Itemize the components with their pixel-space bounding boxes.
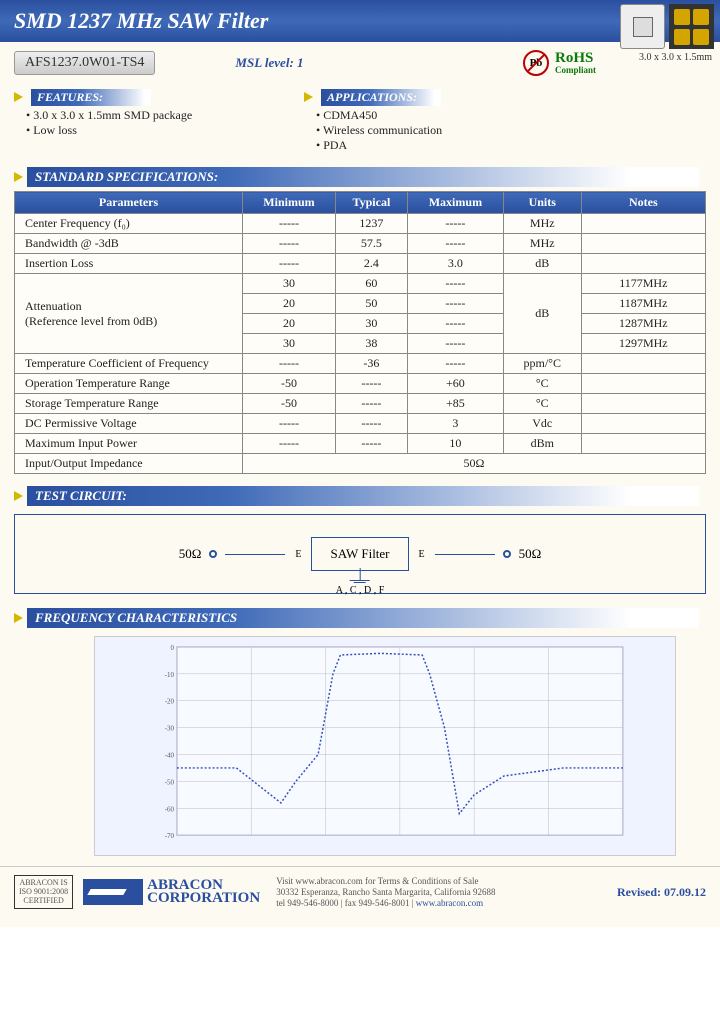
pb-free-icon: Pb <box>523 50 549 76</box>
svg-text:-60: -60 <box>165 806 175 813</box>
website-link[interactable]: www.abracon.com <box>416 898 483 908</box>
applications-header: APPLICATIONS: <box>321 89 441 106</box>
package-images <box>620 4 714 49</box>
svg-text:-40: -40 <box>165 752 175 759</box>
svg-text:-30: -30 <box>165 726 175 733</box>
table-row: Operation Temperature Range-50-----+60°C <box>15 374 706 394</box>
test-circuit-header: TEST CIRCUIT: <box>27 486 699 506</box>
iso-cert: ABRACON IS ISO 9001:2008 CERTIFIED <box>14 875 73 909</box>
table-row: DC Permissive Voltage----------3Vdc <box>15 414 706 434</box>
frequency-response-chart: -70 -60 -50 -40 -30 -20 -10 0 <box>94 636 676 856</box>
list-item: Low loss <box>26 123 274 138</box>
applications-list: CDMA450Wireless communicationPDA <box>304 106 442 153</box>
features-header: FEATURES: <box>31 89 151 106</box>
table-row: Bandwidth @ -3dB-----57.5-----MHz <box>15 234 706 254</box>
footer: ABRACON IS ISO 9001:2008 CERTIFIED ABRAC… <box>0 866 720 917</box>
features-list: 3.0 x 3.0 x 1.5mm SMD packageLow loss <box>14 106 274 138</box>
company-address: Visit www.abracon.com for Terms & Condit… <box>276 876 607 908</box>
table-row: Attenuation (Reference level from 0dB)30… <box>15 274 706 294</box>
title: SMD 1237 MHz SAW Filter <box>14 8 268 34</box>
terminal-e: E <box>417 549 427 560</box>
saw-filter-box: SAW Filter A , C , D , F <box>311 537 408 571</box>
rohs-label: RoHSCompliant <box>555 51 596 75</box>
arrow-icon <box>14 491 23 501</box>
left-impedance: 50Ω <box>179 546 202 562</box>
arrow-icon <box>304 92 313 102</box>
svg-text:-10: -10 <box>165 672 175 679</box>
col-typ: Typical <box>335 192 407 214</box>
page-header: SMD 1237 MHz SAW Filter <box>0 0 720 42</box>
list-item: PDA <box>316 138 442 153</box>
col-notes: Notes <box>581 192 705 214</box>
terminal-e: E <box>293 549 303 560</box>
col-params: Parameters <box>15 192 243 214</box>
logo-icon <box>83 879 143 905</box>
svg-text:0: 0 <box>170 645 174 652</box>
arrow-icon <box>14 172 23 182</box>
revision-date: Revised: 07.09.12 <box>617 885 706 900</box>
col-min: Minimum <box>243 192 336 214</box>
port-icon <box>209 550 217 558</box>
table-row: Input/Output Impedance50Ω <box>15 454 706 474</box>
svg-text:-20: -20 <box>165 699 175 706</box>
col-max: Maximum <box>407 192 503 214</box>
freq-char-header: FREQUENCY CHARACTERISTICS <box>27 608 699 628</box>
msl-level: MSL level: 1 <box>235 55 303 71</box>
table-row: Insertion Loss-----2.43.0dB <box>15 254 706 274</box>
svg-text:-50: -50 <box>165 779 175 786</box>
col-units: Units <box>503 192 581 214</box>
arrow-icon <box>14 613 23 623</box>
chip-top-icon <box>620 4 665 49</box>
table-row: Center Frequency (f₀)-----1237-----MHz <box>15 214 706 234</box>
part-number: AFS1237.0W01-TS4 <box>14 51 155 75</box>
ground-terminals: A , C , D , F <box>336 585 385 596</box>
right-impedance: 50Ω <box>519 546 542 562</box>
table-row: Maximum Input Power----------10dBm <box>15 434 706 454</box>
package-dimensions: 3.0 x 3.0 x 1.5mm <box>639 52 712 63</box>
port-icon <box>503 550 511 558</box>
table-row: Temperature Coefficient of Frequency----… <box>15 354 706 374</box>
test-circuit-diagram: 50Ω E SAW Filter A , C , D , F E 50Ω <box>14 514 706 594</box>
spec-table: Parameters Minimum Typical Maximum Units… <box>14 191 706 474</box>
chip-bottom-icon <box>669 4 714 49</box>
svg-text:-70: -70 <box>165 833 175 840</box>
list-item: Wireless communication <box>316 123 442 138</box>
list-item: CDMA450 <box>316 108 442 123</box>
table-row: Storage Temperature Range-50-----+85°C <box>15 394 706 414</box>
spec-header: STANDARD SPECIFICATIONS: <box>27 167 699 187</box>
arrow-icon <box>14 92 23 102</box>
list-item: 3.0 x 3.0 x 1.5mm SMD package <box>26 108 274 123</box>
company-logo: ABRACONCORPORATION <box>83 879 260 906</box>
